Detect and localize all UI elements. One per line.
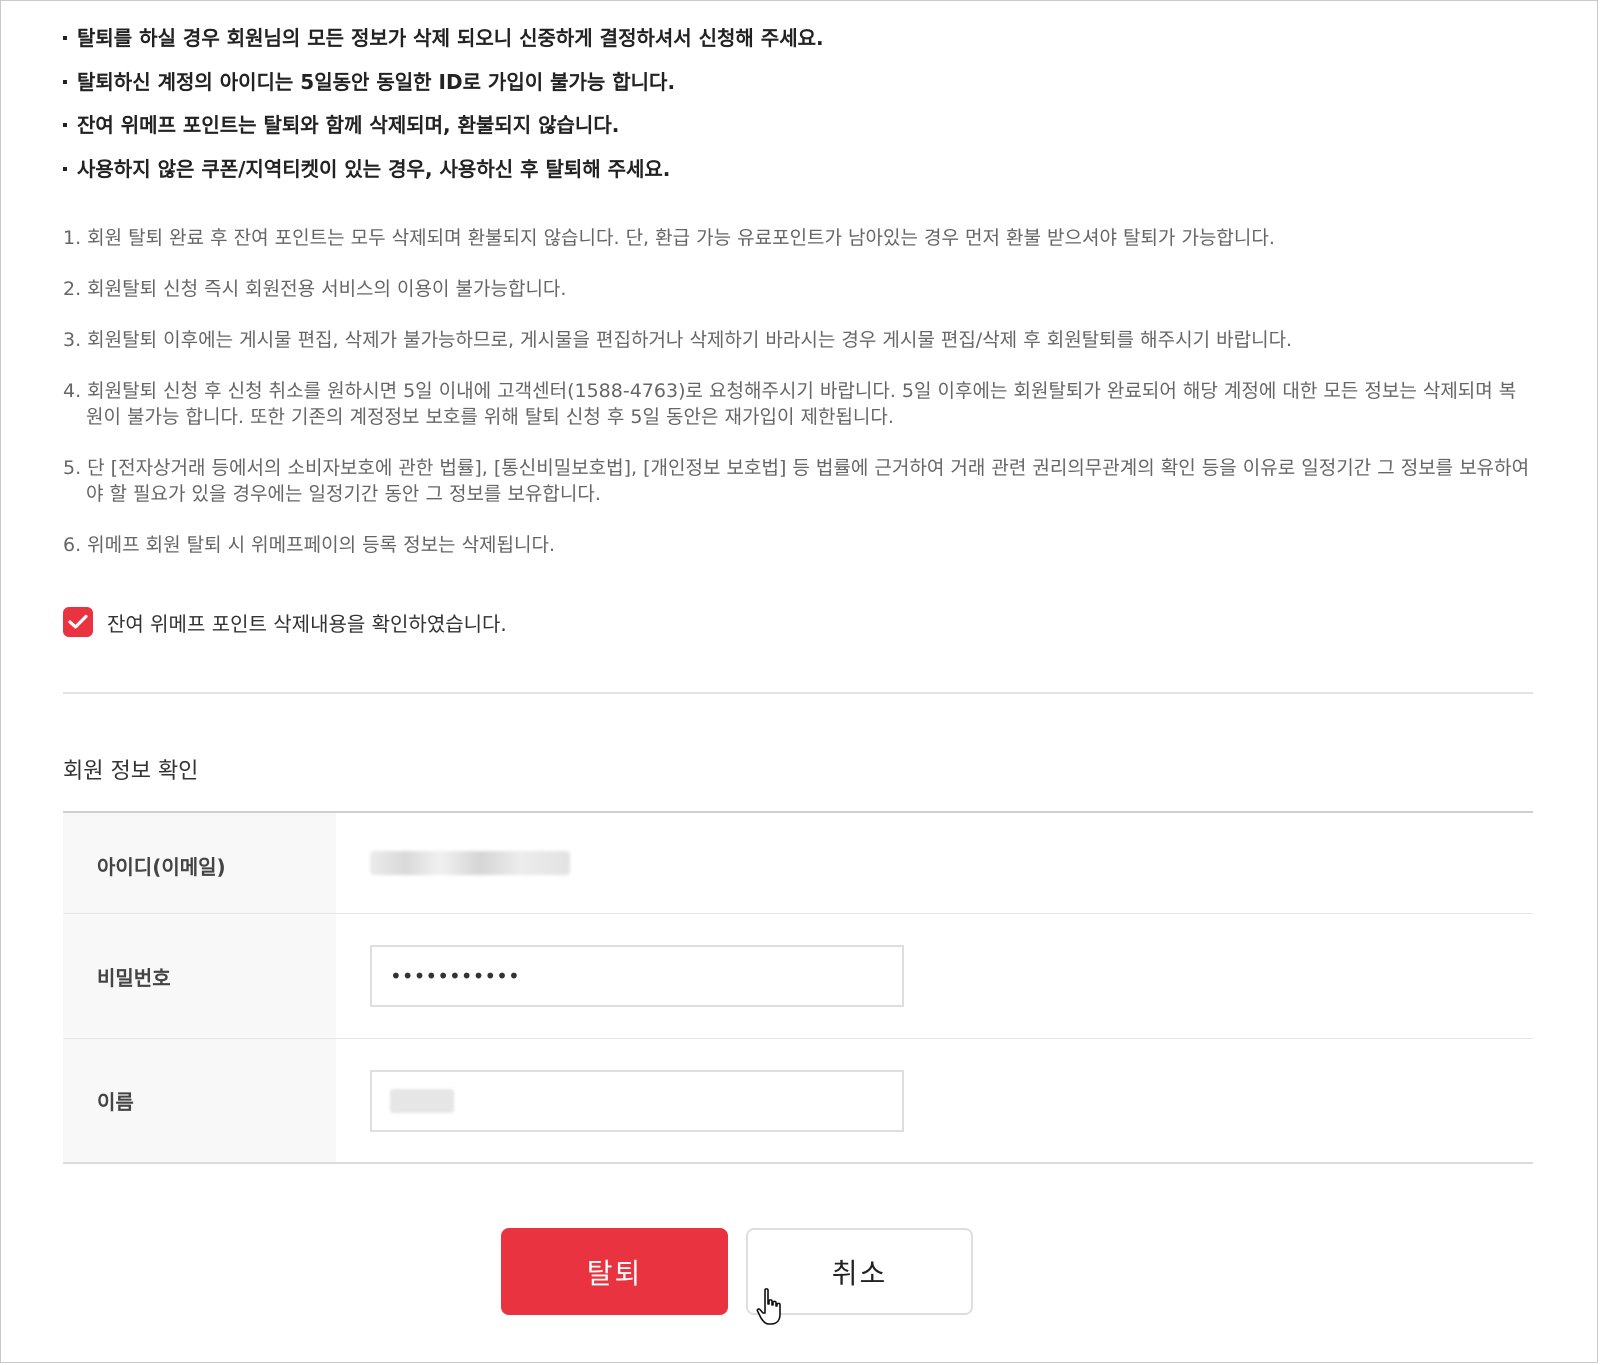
notice-item: 잔여 위메프 포인트는 탈퇴와 함께 삭제되며, 환불되지 않습니다. [63,112,1533,138]
checkmark-icon [68,614,88,629]
withdraw-content: 탈퇴를 하실 경우 회원님의 모든 정보가 삭제 되오니 신중하게 결정하셔서 … [63,1,1533,1164]
name-cell [336,1039,1533,1162]
withdraw-button[interactable]: 탈퇴 [501,1228,728,1315]
id-row: 아이디(이메일) [63,813,1533,914]
password-cell: ••••••••••• [336,914,1533,1038]
terms-item: 2. 회원탈퇴 신청 즉시 회원전용 서비스의 이용이 불가능합니다. [63,278,567,300]
member-info-table: 아이디(이메일) 비밀번호 ••••••••••• 이름 [63,811,1533,1164]
password-masked-value: ••••••••••• [390,964,520,988]
name-label: 이름 [63,1039,336,1162]
name-input[interactable] [370,1069,904,1132]
blurred-name-value [390,1088,454,1113]
notice-list: 탈퇴를 하실 경우 회원님의 모든 정보가 삭제 되오니 신중하게 결정하셔서 … [63,1,1533,182]
agree-label[interactable]: 잔여 위메프 포인트 삭제내용을 확인하였습니다. [107,608,507,637]
terms-item: 4. 회원탈퇴 신청 후 신청 취소를 원하시면 5일 이내에 고객센터(158… [63,380,1517,428]
section-divider [63,692,1533,694]
page-frame: 탈퇴를 하실 경우 회원님의 모든 정보가 삭제 되오니 신중하게 결정하셔서 … [0,0,1598,1363]
terms-item: 1. 회원 탈퇴 완료 후 잔여 포인트는 모두 삭제되며 환불되지 않습니다.… [63,227,1275,249]
notice-item: 탈퇴하신 계정의 아이디는 5일동안 동일한 ID로 가입이 불가능 합니다. [63,69,1533,95]
terms-list: 1. 회원 탈퇴 완료 후 잔여 포인트는 모두 삭제되며 환불되지 않습니다.… [63,225,1533,583]
agree-row: 잔여 위메프 포인트 삭제내용을 확인하였습니다. [63,607,507,637]
password-label: 비밀번호 [63,914,336,1038]
hand-pointer-icon [756,1288,781,1325]
name-row: 이름 [63,1039,1533,1164]
member-info-title: 회원 정보 확인 [63,759,199,784]
notice-item: 사용하지 않은 쿠폰/지역티켓이 있는 경우, 사용하신 후 탈퇴해 주세요. [63,156,1533,182]
notice-item: 탈퇴를 하실 경우 회원님의 모든 정보가 삭제 되오니 신중하게 결정하셔서 … [63,25,1533,51]
id-label: 아이디(이메일) [63,813,336,913]
id-value-cell [336,813,1533,913]
agree-checkbox[interactable] [63,607,93,637]
blurred-id-value [370,851,570,875]
password-row: 비밀번호 ••••••••••• [63,914,1533,1039]
button-area: 탈퇴 취소 [501,1228,973,1315]
terms-item: 3. 회원탈퇴 이후에는 게시물 편집, 삭제가 불가능하므로, 게시물을 편집… [63,329,1293,351]
password-input[interactable]: ••••••••••• [370,945,904,1007]
terms-item: 6. 위메프 회원 탈퇴 시 위메프페이의 등록 정보는 삭제됩니다. [63,534,556,556]
terms-item: 5. 단 [전자상거래 등에서의 소비자보호에 관한 법률], [통신비밀보호법… [63,457,1530,505]
